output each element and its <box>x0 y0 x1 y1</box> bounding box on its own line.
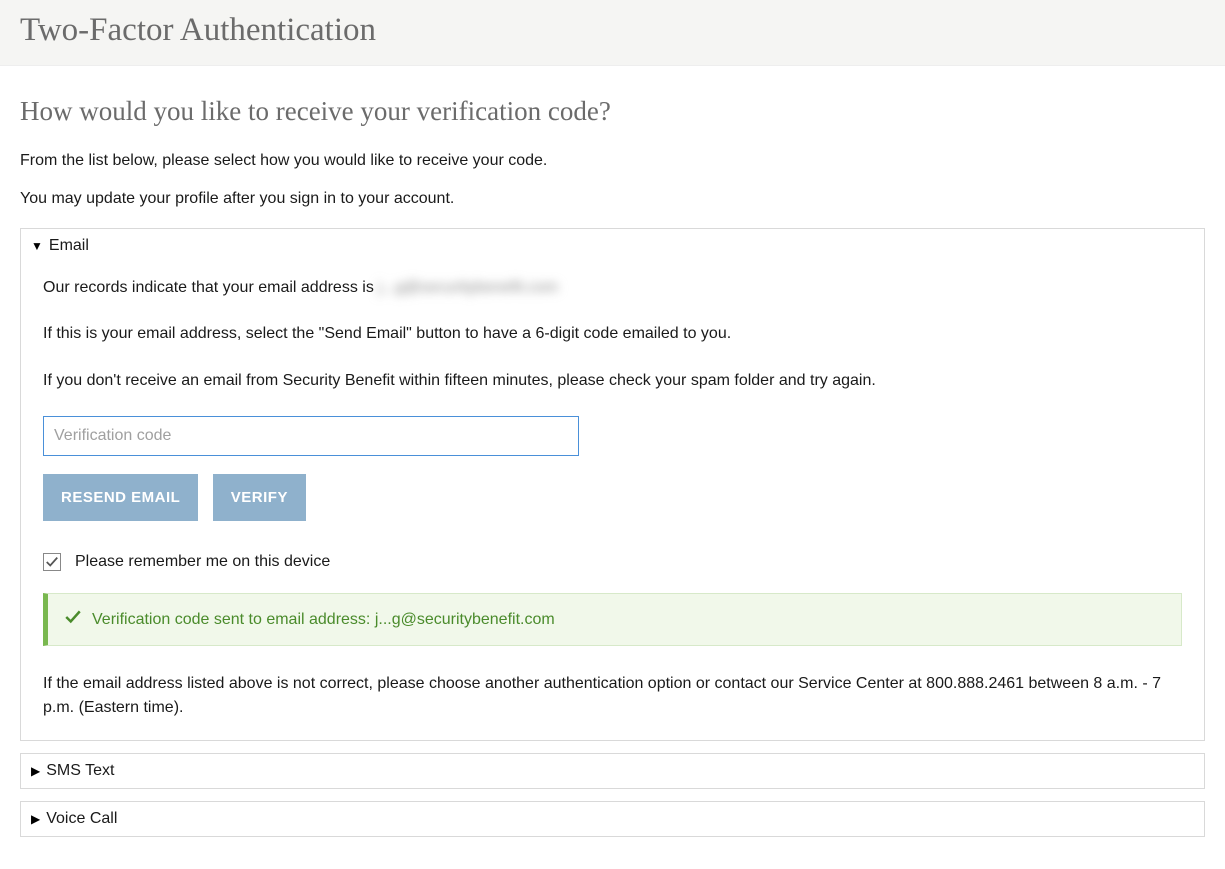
sms-panel: ▶ SMS Text <box>20 753 1205 789</box>
header-bar: Two-Factor Authentication <box>0 0 1225 66</box>
sms-panel-header[interactable]: ▶ SMS Text <box>21 754 1204 788</box>
page-title: Two-Factor Authentication <box>20 12 1205 49</box>
remember-row: Please remember me on this device <box>43 553 1182 571</box>
sms-panel-label: SMS Text <box>46 762 114 780</box>
remember-label: Please remember me on this device <box>75 553 330 571</box>
footer-note: If the email address listed above is not… <box>43 672 1182 720</box>
voice-panel-label: Voice Call <box>46 810 117 828</box>
caret-down-icon: ▼ <box>31 240 43 252</box>
checkmark-icon <box>45 555 59 569</box>
spam-note-text: If you don't receive an email from Secur… <box>43 370 1182 392</box>
intro-text-2: You may update your profile after you si… <box>20 190 1205 208</box>
instruction-text: If this is your email address, select th… <box>43 323 1182 345</box>
check-icon <box>64 608 82 631</box>
remember-checkbox[interactable] <box>43 553 61 571</box>
sub-heading: How would you like to receive your verif… <box>20 96 1205 127</box>
voice-panel-header[interactable]: ▶ Voice Call <box>21 802 1204 836</box>
email-panel-body: Our records indicate that your email add… <box>21 263 1204 740</box>
intro-text-1: From the list below, please select how y… <box>20 152 1205 170</box>
records-line: Our records indicate that your email add… <box>43 277 1182 299</box>
caret-right-icon: ▶ <box>31 813 40 825</box>
success-alert: Verification code sent to email address:… <box>43 593 1182 646</box>
records-email-blurred: j...g@securitybenefit.com <box>378 277 558 299</box>
resend-email-button[interactable]: RESEND EMAIL <box>43 474 198 521</box>
email-panel: ▼ Email Our records indicate that your e… <box>20 228 1205 741</box>
voice-panel: ▶ Voice Call <box>20 801 1205 837</box>
email-panel-label: Email <box>49 237 89 255</box>
caret-right-icon: ▶ <box>31 765 40 777</box>
verification-code-input[interactable] <box>43 416 579 456</box>
records-prefix: Our records indicate that your email add… <box>43 279 374 296</box>
alert-text: Verification code sent to email address:… <box>92 611 555 629</box>
verify-button[interactable]: VERIFY <box>213 474 306 521</box>
email-panel-header[interactable]: ▼ Email <box>21 229 1204 263</box>
button-row: RESEND EMAIL VERIFY <box>43 474 1182 521</box>
content-area: How would you like to receive your verif… <box>0 66 1225 869</box>
